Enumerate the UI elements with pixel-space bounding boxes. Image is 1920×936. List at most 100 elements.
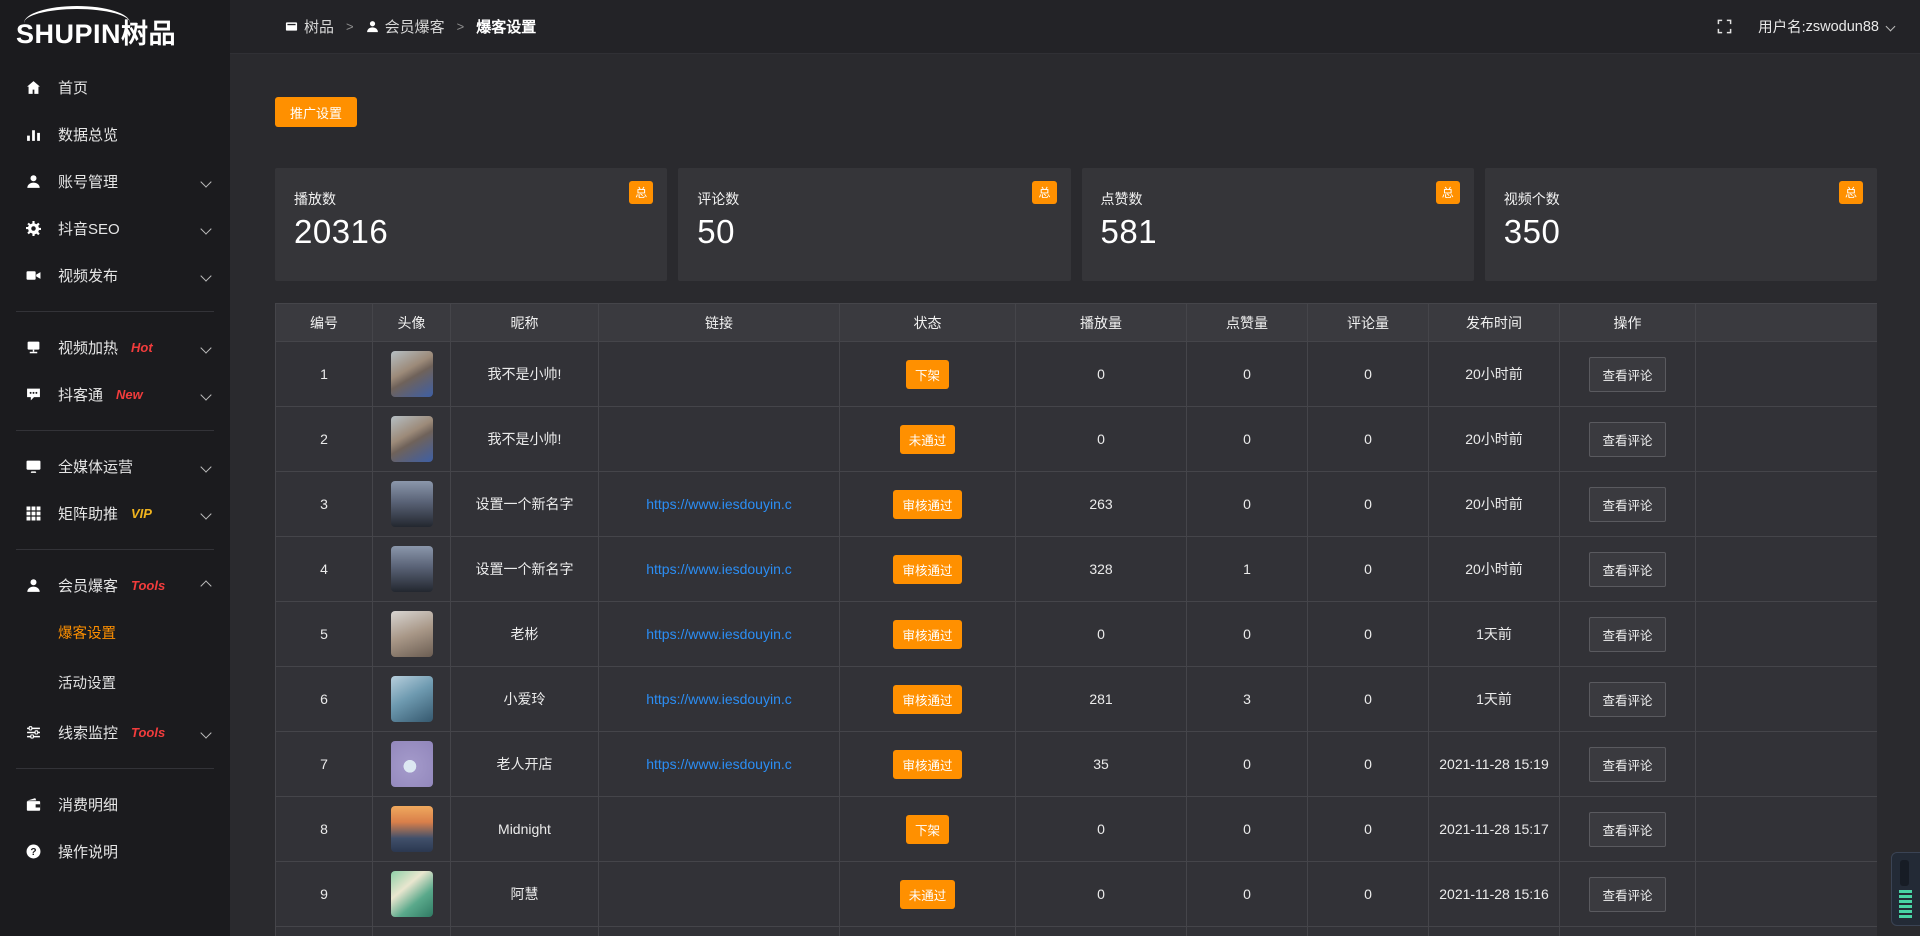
cell-no: 4: [276, 537, 373, 602]
column-header: 操作: [1560, 304, 1696, 342]
user-menu[interactable]: 用户名: zswodun88: [1758, 16, 1894, 37]
cell-action: [1560, 927, 1696, 936]
view-comments-button[interactable]: 查看评论: [1589, 487, 1665, 522]
sidebar-item-matrix-boost[interactable]: 矩阵助推VIP: [0, 490, 230, 537]
table-row: 7老人开店https://www.iesdouyin.c审核通过35002021…: [276, 732, 1878, 797]
videos-table: 编号头像昵称链接状态播放量点赞量评论量发布时间操作 1我不是小帅!下架00020…: [275, 303, 1877, 936]
cell-plays: 328: [1016, 537, 1187, 602]
sidebar-subitem-activity-settings[interactable]: 活动设置: [0, 659, 230, 709]
stat-total-badge: 总: [1436, 181, 1460, 204]
avatar: [391, 741, 433, 787]
sidebar-subitem-baoke-settings[interactable]: 爆客设置: [0, 609, 230, 659]
floating-widget[interactable]: [1891, 852, 1920, 926]
avatar: [391, 611, 433, 657]
cell-time: 2021-11-28 15:19: [1429, 732, 1560, 797]
breadcrumb-item[interactable]: 爆客设置: [476, 16, 536, 37]
table-row: [276, 927, 1878, 936]
chevron-down-icon: [200, 389, 211, 400]
video-link[interactable]: https://www.iesdouyin.c: [646, 756, 792, 772]
stat-label: 播放数: [294, 189, 667, 209]
table-row: 4设置一个新名字https://www.iesdouyin.c审核通过32810…: [276, 537, 1878, 602]
cell-status: 下架: [840, 342, 1016, 407]
stat-value: 581: [1101, 213, 1474, 251]
sidebar-item-member-baoke[interactable]: 会员爆客Tools: [0, 562, 230, 609]
cell-status: 未通过: [840, 862, 1016, 927]
sidebar-item-label: 抖客通: [58, 384, 103, 405]
video-icon: [26, 267, 43, 284]
video-link[interactable]: https://www.iesdouyin.c: [646, 496, 792, 512]
cell-filler: [1696, 797, 1878, 862]
sidebar-item-account-manage[interactable]: 账号管理: [0, 158, 230, 205]
cell-likes: 0: [1187, 797, 1308, 862]
sidebar-item-clue-monitor[interactable]: 线索监控Tools: [0, 709, 230, 756]
sidebar-item-home[interactable]: 首页: [0, 64, 230, 111]
gear-icon: [26, 220, 43, 237]
promo-settings-button[interactable]: 推广设置: [275, 97, 357, 127]
view-comments-button[interactable]: 查看评论: [1589, 552, 1665, 587]
view-comments-button[interactable]: 查看评论: [1589, 877, 1665, 912]
view-comments-button[interactable]: 查看评论: [1589, 812, 1665, 847]
sidebar-divider: [16, 430, 214, 431]
breadcrumb-item[interactable]: 会员爆客: [366, 16, 445, 37]
view-comments-button[interactable]: 查看评论: [1589, 357, 1665, 392]
sidebar-item-operation-guide[interactable]: ?操作说明: [0, 828, 230, 875]
video-link[interactable]: https://www.iesdouyin.c: [646, 691, 792, 707]
logo-arc-icon: [24, 6, 130, 23]
breadcrumb-label: 树品: [304, 16, 334, 37]
cell-avatar: [373, 342, 451, 407]
cell-avatar: [373, 472, 451, 537]
cell-nickname: Midnight: [451, 797, 599, 862]
sidebar-item-video-heat[interactable]: 视频加热Hot: [0, 324, 230, 371]
status-badge: 审核通过: [893, 490, 961, 519]
cell-plays: 0: [1016, 407, 1187, 472]
sidebar-item-label: 消费明细: [58, 794, 118, 815]
avatar: [391, 481, 433, 527]
cell-nickname: 设置一个新名字: [451, 537, 599, 602]
cell-likes: 3: [1187, 667, 1308, 732]
cell-comments: 0: [1308, 342, 1429, 407]
floating-widget-bars-icon: [1899, 890, 1912, 918]
cell-action: 查看评论: [1560, 732, 1696, 797]
sidebar-item-label: 会员爆客: [58, 575, 118, 596]
sidebar-item-data-overview[interactable]: 数据总览: [0, 111, 230, 158]
stat-value: 50: [697, 213, 1070, 251]
fullscreen-icon[interactable]: [1717, 19, 1732, 34]
avatar: [391, 351, 433, 397]
sidebar-item-badge: Tools: [131, 725, 165, 740]
videos-table-wrap: 编号头像昵称链接状态播放量点赞量评论量发布时间操作 1我不是小帅!下架00020…: [275, 303, 1877, 936]
main-area: 树品>会员爆客>爆客设置 用户名: zswodun88 推广设置 播放数2031…: [230, 0, 1920, 936]
stat-value: 20316: [294, 213, 667, 251]
heat-icon: [26, 339, 43, 356]
sidebar-divider: [16, 768, 214, 769]
cell-nickname: 老人开店: [451, 732, 599, 797]
view-comments-button[interactable]: 查看评论: [1589, 747, 1665, 782]
sidebar-item-consumption-detail[interactable]: 消费明细: [0, 781, 230, 828]
table-row: 5老彬https://www.iesdouyin.c审核通过0001天前查看评论: [276, 602, 1878, 667]
cell-nickname: [451, 927, 599, 936]
breadcrumb-separator: >: [346, 19, 354, 34]
sidebar-item-video-publish[interactable]: 视频发布: [0, 252, 230, 299]
cell-filler: [1696, 342, 1878, 407]
view-comments-button[interactable]: 查看评论: [1589, 682, 1665, 717]
app-root: SHUPIN树品 首页数据总览账号管理抖音SEO视频发布视频加热Hot抖客通Ne…: [0, 0, 1920, 936]
username: zswodun88: [1806, 19, 1879, 35]
screen-icon: [285, 20, 298, 33]
cell-no: 6: [276, 667, 373, 732]
chevron-down-icon: [200, 223, 211, 234]
topbar-right: 用户名: zswodun88: [1717, 16, 1894, 37]
cell-action: 查看评论: [1560, 342, 1696, 407]
video-link[interactable]: https://www.iesdouyin.c: [646, 626, 792, 642]
sidebar-item-douyin-seo[interactable]: 抖音SEO: [0, 205, 230, 252]
cell-link: https://www.iesdouyin.c: [599, 602, 840, 667]
sidebar-item-douketong[interactable]: 抖客通New: [0, 371, 230, 418]
cell-status: 审核通过: [840, 602, 1016, 667]
cell-action: 查看评论: [1560, 407, 1696, 472]
sidebar-item-media-operation[interactable]: 全媒体运营: [0, 443, 230, 490]
view-comments-button[interactable]: 查看评论: [1589, 422, 1665, 457]
video-link[interactable]: https://www.iesdouyin.c: [646, 561, 792, 577]
cell-time: 1天前: [1429, 602, 1560, 667]
breadcrumb-item[interactable]: 树品: [285, 16, 334, 37]
view-comments-button[interactable]: 查看评论: [1589, 617, 1665, 652]
cell-action: 查看评论: [1560, 797, 1696, 862]
cell-status: 审核通过: [840, 472, 1016, 537]
